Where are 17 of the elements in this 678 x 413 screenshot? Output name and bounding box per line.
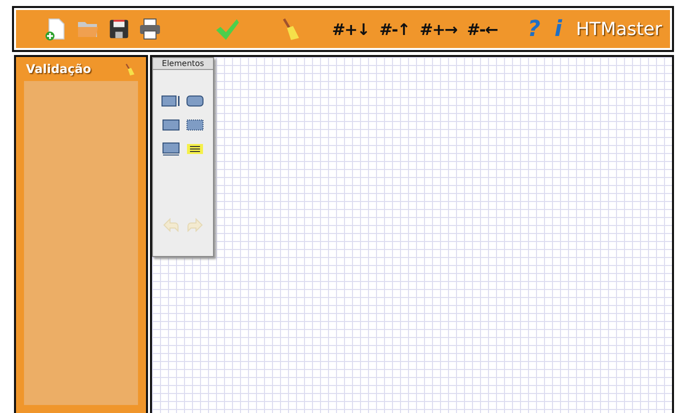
palette-title: Elementos <box>153 58 213 70</box>
grid-canvas[interactable]: Elementos <box>150 55 674 413</box>
app-title: HTMaster <box>576 18 662 40</box>
broom-icon[interactable] <box>123 62 136 76</box>
printer-icon[interactable] <box>138 17 162 41</box>
text-lines-icon[interactable] <box>185 142 205 156</box>
grid-resize-button[interactable]: #+→ <box>420 20 457 38</box>
underlined-box-icon[interactable] <box>161 142 181 156</box>
grid-resize-button[interactable]: #-← <box>466 20 498 38</box>
panel-title: Validação <box>26 62 92 76</box>
rounded-box-icon[interactable] <box>185 94 205 108</box>
grid-resize-button[interactable]: #-↑ <box>379 20 410 38</box>
dotted-box-icon[interactable] <box>185 118 205 132</box>
save-icon[interactable] <box>108 18 130 40</box>
box-with-bar-icon[interactable] <box>161 94 181 108</box>
box-icon[interactable] <box>161 118 181 132</box>
grid-resize-button[interactable]: #+↓ <box>332 20 370 38</box>
